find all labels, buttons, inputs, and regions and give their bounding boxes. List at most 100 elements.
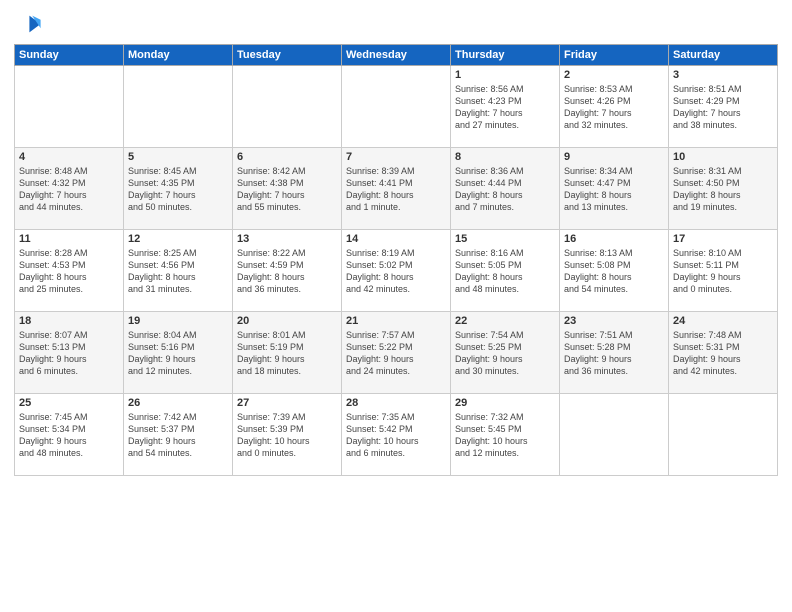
cell-content: Sunrise: 7:35 AM Sunset: 5:42 PM Dayligh… [346, 411, 446, 460]
cell-content: Sunrise: 8:42 AM Sunset: 4:38 PM Dayligh… [237, 165, 337, 214]
calendar-cell: 28 Sunrise: 7:35 AM Sunset: 5:42 PM Dayli… [342, 394, 451, 476]
cell-content: Sunrise: 7:45 AM Sunset: 5:34 PM Dayligh… [19, 411, 119, 460]
cell-content: Sunrise: 8:25 AM Sunset: 4:56 PM Dayligh… [128, 247, 228, 296]
cell-content: Sunrise: 8:51 AM Sunset: 4:29 PM Dayligh… [673, 83, 773, 132]
calendar-week-row: 1 Sunrise: 8:56 AM Sunset: 4:23 PM Daylig… [15, 66, 778, 148]
cell-content: Sunrise: 8:45 AM Sunset: 4:35 PM Dayligh… [128, 165, 228, 214]
day-number: 28 [346, 397, 446, 409]
cell-content: Sunrise: 7:51 AM Sunset: 5:28 PM Dayligh… [564, 329, 664, 378]
calendar-cell: 27 Sunrise: 7:39 AM Sunset: 5:39 PM Dayli… [233, 394, 342, 476]
day-number: 17 [673, 233, 773, 245]
day-number: 19 [128, 315, 228, 327]
calendar-week-row: 11 Sunrise: 8:28 AM Sunset: 4:53 PM Dayli… [15, 230, 778, 312]
calendar-cell: 18 Sunrise: 8:07 AM Sunset: 5:13 PM Dayli… [15, 312, 124, 394]
calendar-cell: 24 Sunrise: 7:48 AM Sunset: 5:31 PM Dayli… [669, 312, 778, 394]
cell-content: Sunrise: 7:57 AM Sunset: 5:22 PM Dayligh… [346, 329, 446, 378]
day-of-week-header: Tuesday [233, 45, 342, 66]
day-number: 7 [346, 151, 446, 163]
cell-content: Sunrise: 8:07 AM Sunset: 5:13 PM Dayligh… [19, 329, 119, 378]
cell-content: Sunrise: 7:42 AM Sunset: 5:37 PM Dayligh… [128, 411, 228, 460]
day-number: 6 [237, 151, 337, 163]
calendar-cell: 11 Sunrise: 8:28 AM Sunset: 4:53 PM Dayli… [15, 230, 124, 312]
calendar-week-row: 4Sunrise: 8:48 AM Sunset: 4:32 PM Daylig… [15, 148, 778, 230]
day-number: 2 [564, 69, 664, 81]
calendar-cell: 23 Sunrise: 7:51 AM Sunset: 5:28 PM Dayli… [560, 312, 669, 394]
calendar-week-row: 25 Sunrise: 7:45 AM Sunset: 5:34 PM Dayli… [15, 394, 778, 476]
calendar-cell: 19 Sunrise: 8:04 AM Sunset: 5:16 PM Dayli… [124, 312, 233, 394]
cell-content: Sunrise: 8:10 AM Sunset: 5:11 PM Dayligh… [673, 247, 773, 296]
day-number: 20 [237, 315, 337, 327]
cell-content: Sunrise: 8:53 AM Sunset: 4:26 PM Dayligh… [564, 83, 664, 132]
calendar-body: 1 Sunrise: 8:56 AM Sunset: 4:23 PM Daylig… [15, 66, 778, 476]
calendar-cell: 15Sunrise: 8:16 AM Sunset: 5:05 PM Dayli… [451, 230, 560, 312]
day-of-week-header: Saturday [669, 45, 778, 66]
calendar-cell: 9 Sunrise: 8:34 AM Sunset: 4:47 PM Daylig… [560, 148, 669, 230]
day-number: 16 [564, 233, 664, 245]
calendar-cell: 26 Sunrise: 7:42 AM Sunset: 5:37 PM Dayli… [124, 394, 233, 476]
day-number: 1 [455, 69, 555, 81]
calendar-cell: 20 Sunrise: 8:01 AM Sunset: 5:19 PM Dayli… [233, 312, 342, 394]
day-of-week-header: Thursday [451, 45, 560, 66]
calendar-cell: 7 Sunrise: 8:39 AM Sunset: 4:41 PM Daylig… [342, 148, 451, 230]
day-number: 8 [455, 151, 555, 163]
cell-content: Sunrise: 8:56 AM Sunset: 4:23 PM Dayligh… [455, 83, 555, 132]
cell-content: Sunrise: 8:39 AM Sunset: 4:41 PM Dayligh… [346, 165, 446, 214]
calendar-cell: 22Sunrise: 7:54 AM Sunset: 5:25 PM Dayli… [451, 312, 560, 394]
day-number: 25 [19, 397, 119, 409]
cell-content: Sunrise: 7:54 AM Sunset: 5:25 PM Dayligh… [455, 329, 555, 378]
cell-content: Sunrise: 8:04 AM Sunset: 5:16 PM Dayligh… [128, 329, 228, 378]
calendar-cell: 8 Sunrise: 8:36 AM Sunset: 4:44 PM Daylig… [451, 148, 560, 230]
day-number: 27 [237, 397, 337, 409]
day-number: 21 [346, 315, 446, 327]
cell-content: Sunrise: 7:32 AM Sunset: 5:45 PM Dayligh… [455, 411, 555, 460]
day-number: 15 [455, 233, 555, 245]
day-number: 11 [19, 233, 119, 245]
cell-content: Sunrise: 7:39 AM Sunset: 5:39 PM Dayligh… [237, 411, 337, 460]
cell-content: Sunrise: 8:36 AM Sunset: 4:44 PM Dayligh… [455, 165, 555, 214]
calendar-week-row: 18 Sunrise: 8:07 AM Sunset: 5:13 PM Dayli… [15, 312, 778, 394]
calendar-cell: 12 Sunrise: 8:25 AM Sunset: 4:56 PM Dayli… [124, 230, 233, 312]
calendar-cell: 6 Sunrise: 8:42 AM Sunset: 4:38 PM Daylig… [233, 148, 342, 230]
cell-content: Sunrise: 7:48 AM Sunset: 5:31 PM Dayligh… [673, 329, 773, 378]
page: SundayMondayTuesdayWednesdayThursdayFrid… [0, 0, 792, 484]
calendar-cell: 13Sunrise: 8:22 AM Sunset: 4:59 PM Dayli… [233, 230, 342, 312]
day-number: 24 [673, 315, 773, 327]
calendar-cell: 1 Sunrise: 8:56 AM Sunset: 4:23 PM Daylig… [451, 66, 560, 148]
calendar-cell: 10Sunrise: 8:31 AM Sunset: 4:50 PM Dayli… [669, 148, 778, 230]
day-number: 9 [564, 151, 664, 163]
day-number: 26 [128, 397, 228, 409]
calendar-cell [342, 66, 451, 148]
cell-content: Sunrise: 8:19 AM Sunset: 5:02 PM Dayligh… [346, 247, 446, 296]
calendar-cell [560, 394, 669, 476]
day-of-week-header: Friday [560, 45, 669, 66]
calendar-table: SundayMondayTuesdayWednesdayThursdayFrid… [14, 44, 778, 476]
cell-content: Sunrise: 8:28 AM Sunset: 4:53 PM Dayligh… [19, 247, 119, 296]
calendar-cell: 14 Sunrise: 8:19 AM Sunset: 5:02 PM Dayli… [342, 230, 451, 312]
calendar-cell [669, 394, 778, 476]
calendar-cell [233, 66, 342, 148]
day-of-week-header: Monday [124, 45, 233, 66]
day-of-week-header: Sunday [15, 45, 124, 66]
day-of-week-header: Wednesday [342, 45, 451, 66]
cell-content: Sunrise: 8:48 AM Sunset: 4:32 PM Dayligh… [19, 165, 119, 214]
day-number: 12 [128, 233, 228, 245]
day-number: 18 [19, 315, 119, 327]
day-number: 14 [346, 233, 446, 245]
day-number: 3 [673, 69, 773, 81]
logo [14, 10, 46, 38]
calendar-cell: 21 Sunrise: 7:57 AM Sunset: 5:22 PM Dayli… [342, 312, 451, 394]
calendar-cell [15, 66, 124, 148]
logo-icon [14, 10, 42, 38]
day-number: 5 [128, 151, 228, 163]
cell-content: Sunrise: 8:01 AM Sunset: 5:19 PM Dayligh… [237, 329, 337, 378]
cell-content: Sunrise: 8:34 AM Sunset: 4:47 PM Dayligh… [564, 165, 664, 214]
cell-content: Sunrise: 8:22 AM Sunset: 4:59 PM Dayligh… [237, 247, 337, 296]
calendar-header-row: SundayMondayTuesdayWednesdayThursdayFrid… [15, 45, 778, 66]
calendar-cell: 25 Sunrise: 7:45 AM Sunset: 5:34 PM Dayli… [15, 394, 124, 476]
header [14, 10, 778, 38]
calendar-cell: 29 Sunrise: 7:32 AM Sunset: 5:45 PM Dayli… [451, 394, 560, 476]
cell-content: Sunrise: 8:13 AM Sunset: 5:08 PM Dayligh… [564, 247, 664, 296]
day-number: 23 [564, 315, 664, 327]
day-number: 29 [455, 397, 555, 409]
day-number: 10 [673, 151, 773, 163]
